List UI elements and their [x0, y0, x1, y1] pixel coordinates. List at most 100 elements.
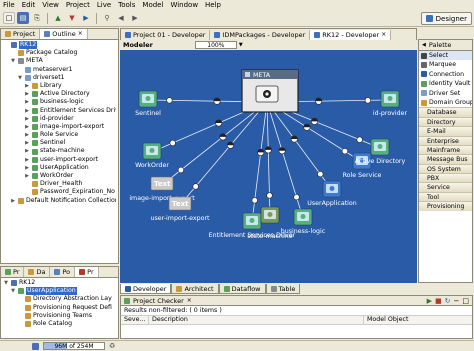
column-description[interactable]: Description: [149, 316, 364, 324]
back-icon[interactable]: ◀: [115, 12, 127, 24]
tree-item[interactable]: ▶ Role Service: [3, 131, 116, 139]
save-icon[interactable]: ▤: [17, 12, 29, 24]
expand-toggle-icon[interactable]: ▼: [3, 279, 9, 287]
run-icon[interactable]: ▶: [427, 297, 432, 305]
close-icon[interactable]: ×: [78, 29, 83, 39]
expand-toggle-icon[interactable]: ▶: [24, 172, 30, 180]
tree-item[interactable]: ▶ image-import-export: [3, 123, 116, 131]
connection-line[interactable]: [266, 101, 304, 219]
close-icon[interactable]: ×: [381, 30, 386, 40]
tree-item[interactable]: Provisioning Teams: [3, 312, 116, 320]
tab-project[interactable]: Project: [1, 29, 41, 39]
connection-line[interactable]: [266, 101, 271, 217]
expand-toggle-icon[interactable]: ▶: [24, 164, 30, 172]
palette-drawer-directory[interactable]: Directory: [419, 116, 472, 127]
connection-line[interactable]: [179, 101, 268, 206]
tab-view-architect[interactable]: Architect: [171, 284, 219, 294]
tab-view-developer[interactable]: Developer: [120, 284, 172, 294]
palette-drawer-database[interactable]: Database: [419, 107, 472, 117]
tree-item[interactable]: ▶ Entitlement Services Drive: [3, 107, 116, 115]
connector-endpoint-icon[interactable]: [266, 192, 273, 199]
tab-outline[interactable]: Outline ×: [40, 29, 88, 39]
import-icon[interactable]: ▲: [52, 12, 64, 24]
expand-toggle-icon[interactable]: ▶: [24, 131, 30, 139]
palette-drawer-os-system[interactable]: OS System: [419, 163, 472, 174]
tree-item[interactable]: RK12: [3, 41, 116, 50]
driver-node-role[interactable]: Role Service: [343, 152, 382, 179]
tree-item[interactable]: ▼ UserApplication: [3, 287, 116, 296]
expand-toggle-icon[interactable]: ▶: [24, 115, 30, 123]
menu-window[interactable]: Window: [170, 0, 198, 10]
refresh-icon[interactable]: ↻: [445, 297, 451, 305]
connector-endpoint-icon[interactable]: [364, 97, 371, 104]
tree-item[interactable]: Provisioning Request Defi: [3, 304, 116, 312]
tree-item[interactable]: ▶ Library: [3, 82, 116, 90]
driver-node-sentinel[interactable]: Sentinel: [135, 90, 161, 117]
connector-endpoint-icon[interactable]: [192, 183, 199, 190]
tree-item[interactable]: ▼ driverset1: [3, 74, 116, 82]
tree-item[interactable]: Role Catalog: [3, 320, 116, 328]
tree-item[interactable]: ▶ id-provider: [3, 115, 116, 123]
expand-toggle-icon[interactable]: ▶: [24, 156, 30, 164]
tab-view-table[interactable]: Table: [265, 284, 301, 294]
expand-toggle-icon[interactable]: ▶: [24, 147, 30, 155]
meta-node[interactable]: META: [241, 69, 299, 113]
palette-drawer-tool[interactable]: Tool: [419, 191, 472, 202]
expand-toggle-icon[interactable]: ▶: [24, 82, 30, 90]
search-icon[interactable]: ⚲: [101, 12, 113, 24]
driver-node-ua[interactable]: UserApplication: [307, 180, 357, 207]
expand-toggle-icon[interactable]: ▶: [24, 90, 30, 98]
expand-toggle-icon[interactable]: ▶: [24, 123, 30, 131]
palette-drawer-pbx[interactable]: PBX: [419, 173, 472, 183]
driver-node-bl[interactable]: business-logic: [281, 208, 326, 235]
tree-item[interactable]: ▶ state-machine: [3, 147, 116, 155]
tab-da[interactable]: Da: [24, 267, 51, 277]
connection-line[interactable]: [251, 101, 268, 223]
print-icon[interactable]: ⎘: [31, 12, 43, 24]
tree-item[interactable]: ▶ user-import-export: [3, 156, 116, 164]
tree-item[interactable]: ▶ Sentinel: [3, 139, 116, 147]
palette-drawer-message-bus[interactable]: Message Bus: [419, 154, 472, 164]
palette-drawer-service[interactable]: Service: [419, 182, 472, 192]
menu-live[interactable]: Live: [97, 0, 111, 10]
tree-item[interactable]: metaserver1: [3, 66, 116, 74]
expand-toggle-icon[interactable]: ▶: [24, 98, 30, 106]
menu-view[interactable]: View: [42, 0, 59, 10]
palette-tool-select[interactable]: Select: [419, 51, 472, 61]
connection-line[interactable]: [161, 101, 268, 186]
export-icon[interactable]: ▼: [66, 12, 78, 24]
tree-item[interactable]: Password_Expiration_No: [3, 188, 116, 196]
tab-pr2[interactable]: Pr: [75, 267, 99, 277]
tree-item[interactable]: ▶ WorkOrder: [3, 172, 116, 180]
tree-item[interactable]: Driver_Health: [3, 180, 116, 188]
maximize-icon[interactable]: □: [462, 297, 472, 305]
expand-toggle-icon[interactable]: ▼: [10, 57, 16, 65]
menu-project[interactable]: Project: [66, 0, 90, 10]
zoom-dropdown-icon[interactable]: ▼: [239, 42, 243, 48]
menu-tools[interactable]: Tools: [118, 0, 135, 10]
stop-icon[interactable]: ■: [435, 297, 442, 305]
menu-file[interactable]: File: [3, 0, 15, 10]
connector-endpoint-icon[interactable]: [251, 197, 258, 204]
menu-help[interactable]: Help: [205, 0, 221, 10]
column-severity[interactable]: Seve...: [121, 316, 149, 324]
tree-item[interactable]: Package Catalog: [3, 49, 116, 57]
tree-item[interactable]: ▼ META: [3, 57, 116, 65]
driver-node-ad[interactable]: Active Directory: [355, 138, 406, 165]
palette-tool-connection[interactable]: Connection: [419, 70, 472, 79]
deploy-icon[interactable]: ▶: [80, 12, 92, 24]
palette-tool-driver-set[interactable]: Driver Set: [419, 89, 472, 98]
palette-tool-identity-vault[interactable]: Identity Vault: [419, 79, 472, 88]
connector-endpoint-icon[interactable]: [169, 139, 176, 147]
perspective-switcher[interactable]: Designer: [420, 12, 472, 25]
expand-toggle-icon[interactable]: ▼: [17, 74, 23, 82]
expand-toggle-icon[interactable]: ▶: [24, 107, 30, 115]
expand-toggle-icon[interactable]: ▼: [10, 287, 16, 295]
connector-endpoint-icon[interactable]: [293, 194, 300, 201]
palette-collapse-icon[interactable]: ◀: [422, 40, 426, 51]
connector-endpoint-icon[interactable]: [177, 166, 185, 174]
palette-drawer-mainframe[interactable]: Mainframe: [419, 144, 472, 155]
new-icon[interactable]: □: [3, 12, 15, 24]
tree-item[interactable]: ▶ business-logic: [3, 98, 116, 106]
tree-item[interactable]: ▼ RK12: [3, 279, 116, 287]
